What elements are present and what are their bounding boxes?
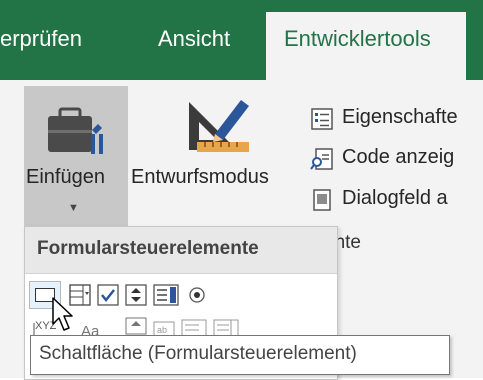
tab-ueberpruefen[interactable]: erprüfen [0, 26, 82, 52]
tab-entwicklertools[interactable]: Entwicklertools [266, 12, 466, 80]
list-box-control-icon[interactable] [153, 284, 179, 306]
tooltip: Schaltfläche (Formularsteuerelement) [30, 335, 450, 375]
checkbox-control-icon[interactable] [97, 284, 119, 306]
mouse-cursor-icon [52, 297, 73, 331]
view-code-icon [310, 148, 333, 170]
design-mode-icon[interactable] [183, 92, 253, 156]
dropdown-header-label: Formularsteuerelemente [37, 238, 259, 259]
eigenschaften-label: Eigenschafte [342, 106, 458, 128]
chevron-down-icon: ▼ [68, 202, 79, 214]
entwurfsmodus-label[interactable]: Entwurfsmodus [131, 166, 269, 189]
dialog-icon [313, 189, 331, 211]
toolbox-icon [48, 107, 103, 154]
dropdown-header: Formularsteuerelemente [25, 227, 337, 274]
tooltip-text: Schaltfläche (Formularsteuerelement) [39, 343, 357, 364]
code-anzeigen-label: Code anzeig [342, 146, 455, 168]
option-button-control-icon[interactable] [187, 285, 207, 305]
spin-button-control-icon[interactable] [125, 284, 147, 306]
tab-entwicklertools-label: Entwicklertools [284, 26, 431, 51]
properties-icon [311, 108, 333, 130]
svg-text:ab: ab [157, 325, 167, 335]
einfuegen-label: Einfügen [26, 166, 105, 188]
tab-ansicht[interactable]: Ansicht [158, 26, 230, 52]
dialogfeld-label: Dialogfeld a [342, 187, 448, 209]
scroll-bar-control-icon[interactable] [125, 317, 147, 335]
ribbon-tab-bar: erprüfen Ansicht Entwicklertools [0, 0, 483, 80]
